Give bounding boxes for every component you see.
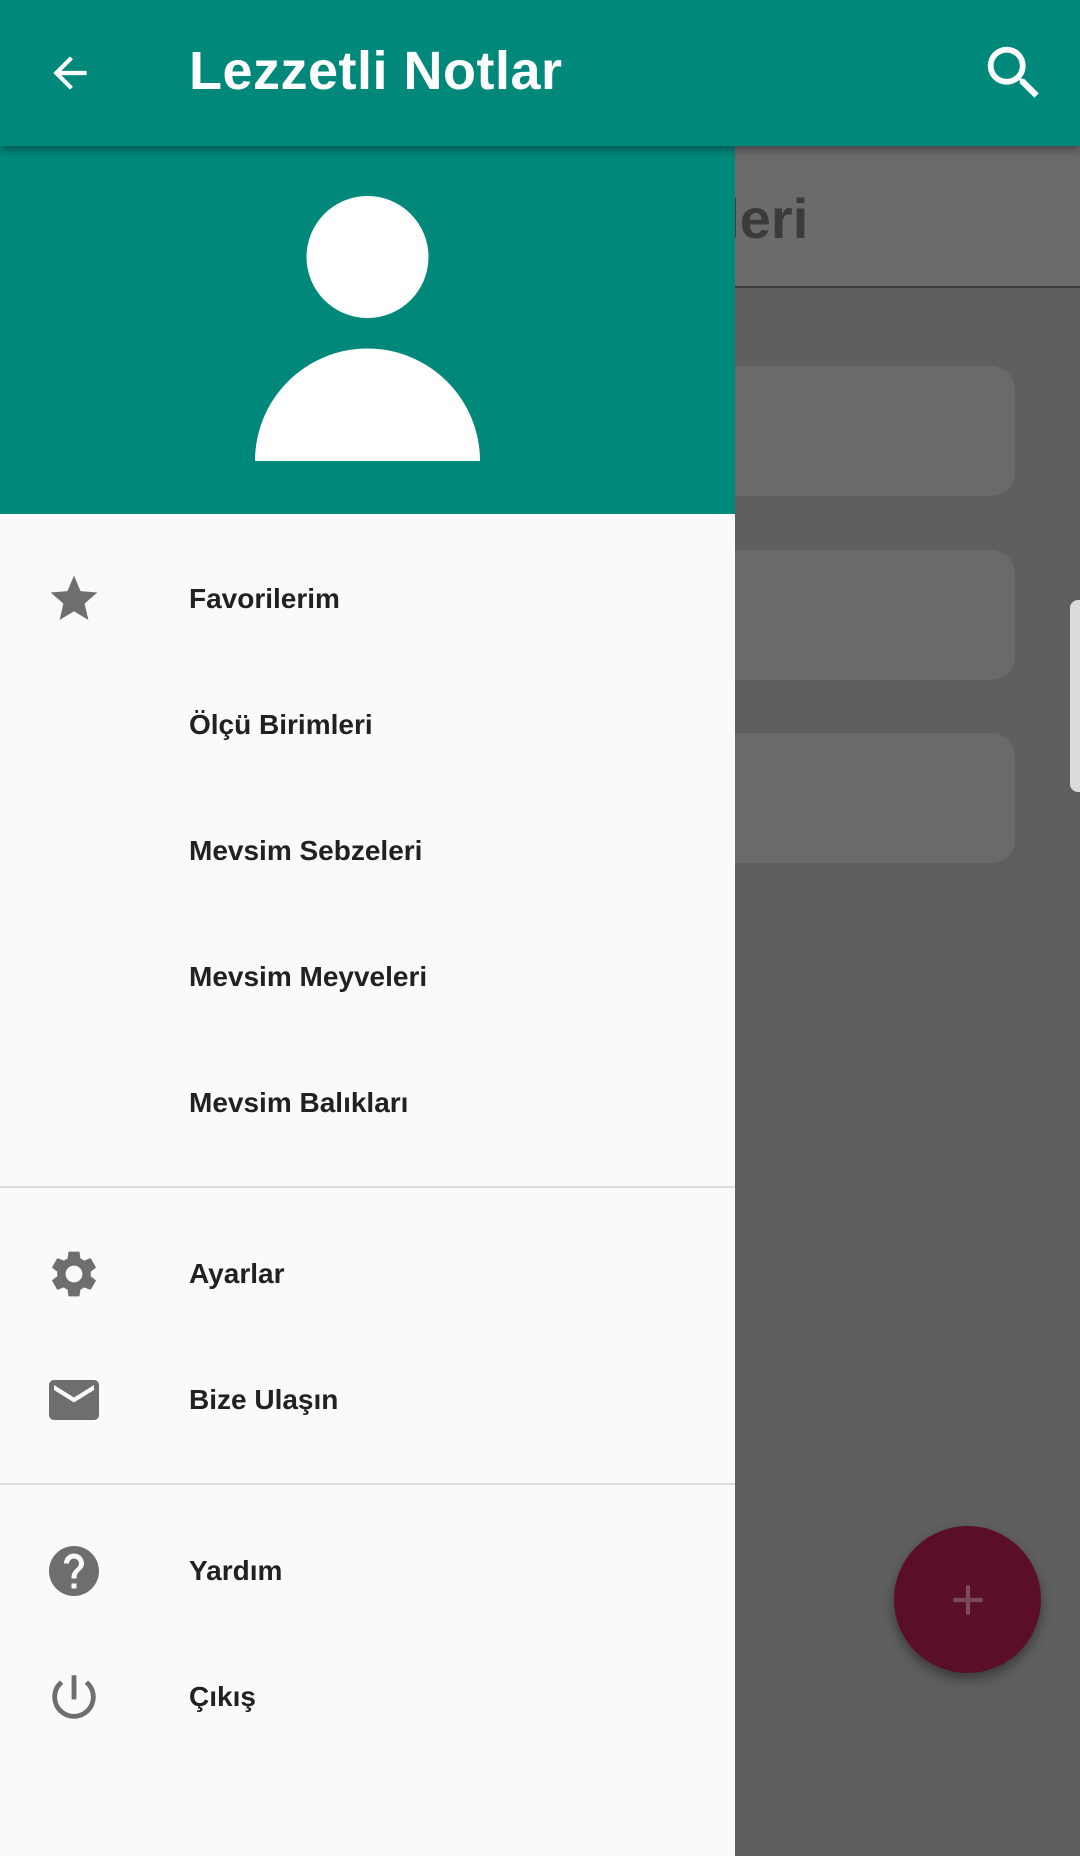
divider xyxy=(0,1483,735,1485)
nav-item-label: Ayarlar xyxy=(189,1258,285,1289)
nav-item-olcu-birimleri[interactable]: Ölçü Birimleri xyxy=(0,665,735,785)
nav-item-ayarlar[interactable]: Ayarlar xyxy=(0,1214,735,1334)
app-title: Lezzetli Notlar xyxy=(189,41,563,101)
nav-item-label: Mevsim Balıkları xyxy=(189,1087,409,1118)
nav-item-label: Favorilerim xyxy=(189,583,340,614)
search-button[interactable] xyxy=(974,33,1054,113)
nav-item-mevsim-sebzeleri[interactable]: Mevsim Sebzeleri xyxy=(0,791,735,911)
mail-icon xyxy=(44,1370,104,1430)
app-bar: Lezzetli Notlar xyxy=(0,0,1080,146)
arrow-back-icon xyxy=(53,56,87,90)
nav-item-favorilerim[interactable]: Favorilerim xyxy=(0,539,735,659)
nav-item-mevsim-baliklari[interactable]: Mevsim Balıkları xyxy=(0,1043,735,1163)
power-icon xyxy=(44,1667,104,1727)
star-icon xyxy=(44,569,104,629)
person-avatar-icon xyxy=(255,196,480,461)
search-icon xyxy=(987,46,1039,98)
nav-item-label: Ölçü Birimleri xyxy=(189,709,373,740)
drawer-header xyxy=(0,146,735,514)
divider xyxy=(0,1186,735,1188)
scrollbar[interactable] xyxy=(1070,600,1080,792)
help-icon xyxy=(44,1541,104,1601)
nav-item-mevsim-meyveleri[interactable]: Mevsim Meyveleri xyxy=(0,917,735,1037)
nav-item-label: Yardım xyxy=(189,1555,283,1586)
nav-item-bize-ulasin[interactable]: Bize Ulaşın xyxy=(0,1340,735,1460)
nav-item-label: Mevsim Sebzeleri xyxy=(189,835,423,866)
nav-item-label: Çıkış xyxy=(189,1681,256,1712)
add-fab-button[interactable] xyxy=(894,1526,1041,1673)
nav-item-cikis[interactable]: Çıkış xyxy=(0,1637,735,1757)
nav-item-yardim[interactable]: Yardım xyxy=(0,1511,735,1631)
plus-icon xyxy=(952,1584,983,1615)
nav-item-label: Bize Ulaşın xyxy=(189,1384,339,1415)
navigation-drawer: Favorilerim Ölçü Birimleri Mevsim Sebzel… xyxy=(0,146,735,1856)
nav-item-label: Mevsim Meyveleri xyxy=(189,961,428,992)
back-button[interactable] xyxy=(30,33,110,113)
gear-icon xyxy=(44,1244,104,1304)
